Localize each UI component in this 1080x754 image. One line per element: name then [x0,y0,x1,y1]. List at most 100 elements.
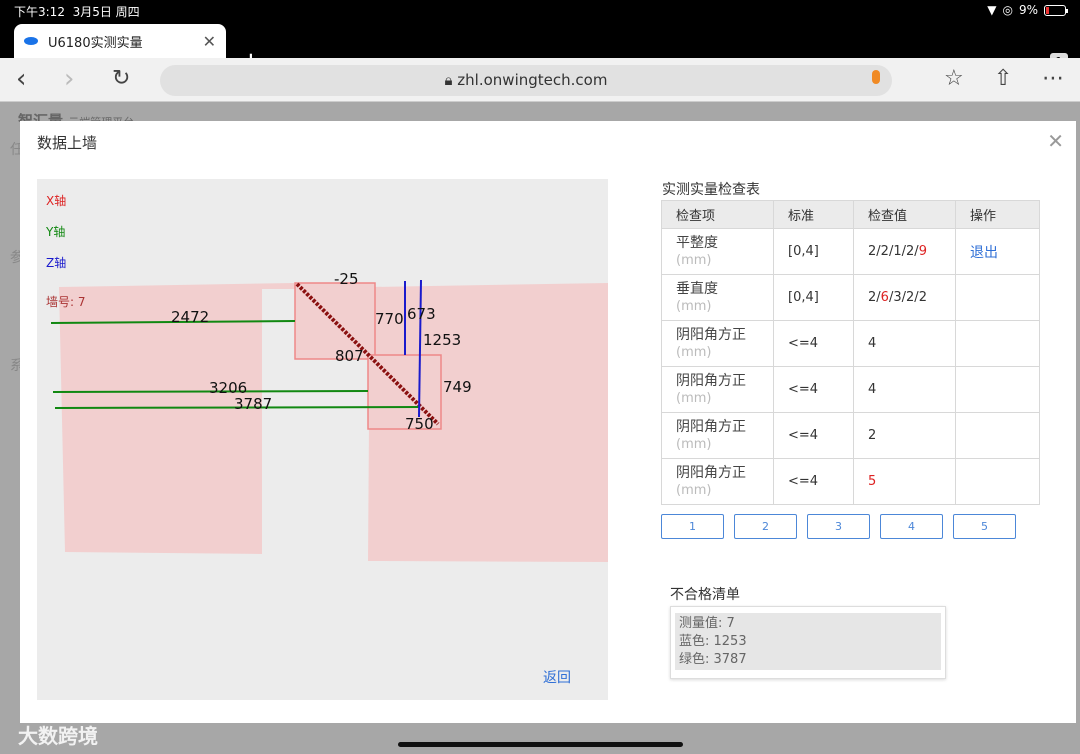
item-unit: (mm) [676,252,712,268]
value-segment: 2 [880,244,889,259]
table-row: 阴阳角方正 (mm) <=4 4 [661,366,1040,413]
watermark-logo: 大数跨境 [18,724,98,748]
cell-standard: [0,4] [773,274,854,321]
status-right: ▼ ◎ 9% [987,3,1068,17]
lock-rotation-icon: ◎ [1002,3,1013,17]
cell-value: 2/6/3/2/2 [853,274,956,321]
fail-list-box: 测量值: 7 蓝色: 1253 绿色: 3787 [670,606,946,679]
cell-action [955,458,1040,505]
cell-standard: <=4 [773,320,854,367]
modal-close-icon[interactable]: ✕ [1047,129,1064,153]
cell-action [955,320,1040,367]
item-unit: (mm) [676,298,712,314]
measurement-drawing: -25 2472 770 673 1253 807 3206 749 3787 … [50,270,608,562]
cell-value: 4 [853,366,956,413]
legend-x-axis: X轴 [46,194,67,208]
data-wall-modal: 数据上墙 ✕ -25 2472 770 673 1253 807 3206 74… [20,121,1076,723]
address-bar[interactable]: 🔒︎ zhl.onwingtech.com [160,65,892,96]
measurement-canvas: -25 2472 770 673 1253 807 3206 749 3787 … [37,179,608,700]
page-button-2[interactable]: 2 [734,514,797,539]
table-row: 阴阳角方正 (mm) <=4 5 [661,458,1040,505]
battery-percent: 9% [1018,3,1038,17]
table-title: 实测实量检查表 [662,182,760,198]
label-neg25: -25 [334,270,359,288]
cell-item: 阴阳角方正 (mm) [661,458,774,505]
cell-item: 阴阳角方正 (mm) [661,320,774,367]
cell-standard: [0,4] [773,228,854,275]
table-row: 阴阳角方正 (mm) <=4 2 [661,412,1040,459]
modal-title: 数据上墙 [37,134,98,152]
browser-tab[interactable]: U6180实测实量 ✕ [14,24,226,58]
reload-icon[interactable]: ↻ [112,64,130,94]
status-bar: 下午3:12 3月5日 周四 ▼ ◎ 9% [0,0,1080,22]
value-segment: 3 [893,290,902,305]
value-segment: 5 [868,474,877,489]
value-segment: 4 [868,336,877,351]
table-row: 阴阳角方正 (mm) <=4 4 [661,320,1040,367]
home-indicator[interactable] [398,742,683,747]
table-row: 平整度 (mm) [0,4] 2/2/1/2/9 退出 [661,228,1040,275]
page-button-4[interactable]: 4 [880,514,943,539]
cell-value: 2/2/1/2/9 [853,228,956,275]
label-807: 807 [335,347,364,365]
value-segment: 6 [880,290,889,305]
item-name: 垂直度 [676,280,718,297]
wall-number: 墙号: 7 [46,295,86,309]
legend-y-axis: Y轴 [46,225,66,239]
forward-icon[interactable]: › [64,64,74,94]
item-unit: (mm) [676,344,712,360]
value-segment: 2 [868,428,877,443]
label-749: 749 [443,378,472,396]
cell-standard: <=4 [773,458,854,505]
cell-item: 垂直度 (mm) [661,274,774,321]
cell-value: 4 [853,320,956,367]
item-unit: (mm) [676,390,712,406]
page-button-3[interactable]: 3 [807,514,870,539]
item-name: 阴阳角方正 [676,326,746,343]
col-header-item: 检查项 [661,200,774,229]
table-body: 平整度 (mm) [0,4] 2/2/1/2/9 退出 垂直度 (mm) [0,4] 2/6/3… [661,228,1040,505]
more-icon[interactable]: ⋯ [1042,64,1064,94]
page-button-1[interactable]: 1 [661,514,724,539]
back-icon[interactable]: ‹ [16,64,26,94]
wifi-icon: ▼ [987,3,997,17]
url-text: 🔒︎ zhl.onwingtech.com [444,71,608,89]
back-link[interactable]: 返回 [543,667,571,687]
share-icon[interactable]: ⇧ [994,64,1012,94]
legend-z-axis: Z轴 [46,256,67,270]
item-name: 阴阳角方正 [676,464,746,481]
value-segment: 2 [918,290,927,305]
tab-title: U6180实测实量 [48,35,143,51]
label-673: 673 [407,305,436,323]
cell-item: 平整度 (mm) [661,228,774,275]
page-button-5[interactable]: 5 [953,514,1016,539]
table-row: 垂直度 (mm) [0,4] 2/6/3/2/2 [661,274,1040,321]
value-segment: 9 [918,244,927,259]
pagination: 12345 [661,514,1016,539]
browser-toolbar: ‹ › ↻ 🔒︎ zhl.onwingtech.com ☆ ⇧ ⋯ [0,58,1080,102]
col-header-action: 操作 [955,200,1040,229]
exit-link[interactable]: 退出 [970,245,998,261]
label-1253: 1253 [423,331,461,349]
cell-item: 阴阳角方正 (mm) [661,366,774,413]
label-770: 770 [375,310,404,328]
fail-list-title: 不合格清单 [670,587,740,603]
bookmark-star-icon[interactable]: ☆ [944,64,964,94]
battery-icon [1044,4,1068,16]
cell-action: 退出 [955,228,1040,275]
cell-value: 5 [853,458,956,505]
favicon-icon [24,37,38,45]
microphone-icon[interactable] [872,70,880,84]
cell-action [955,366,1040,413]
fail-line-blue: 蓝色: 1253 [679,634,747,649]
label-2472: 2472 [171,308,209,326]
tab-strip: U6180实测实量 ✕ + 1 [0,22,1080,77]
item-name: 阴阳角方正 [676,418,746,435]
col-header-value: 检查值 [853,200,956,229]
cell-action [955,412,1040,459]
tab-close-icon[interactable]: ✕ [203,32,216,51]
label-3787: 3787 [234,395,272,413]
status-time: 下午3:12 3月5日 周四 [14,5,140,19]
fail-list-content: 测量值: 7 蓝色: 1253 绿色: 3787 [675,613,941,670]
inspection-table: 检查项 标准 检查值 操作 平整度 (mm) [0,4] 2/2/1/2/9 退出 垂直度… [661,200,1040,505]
